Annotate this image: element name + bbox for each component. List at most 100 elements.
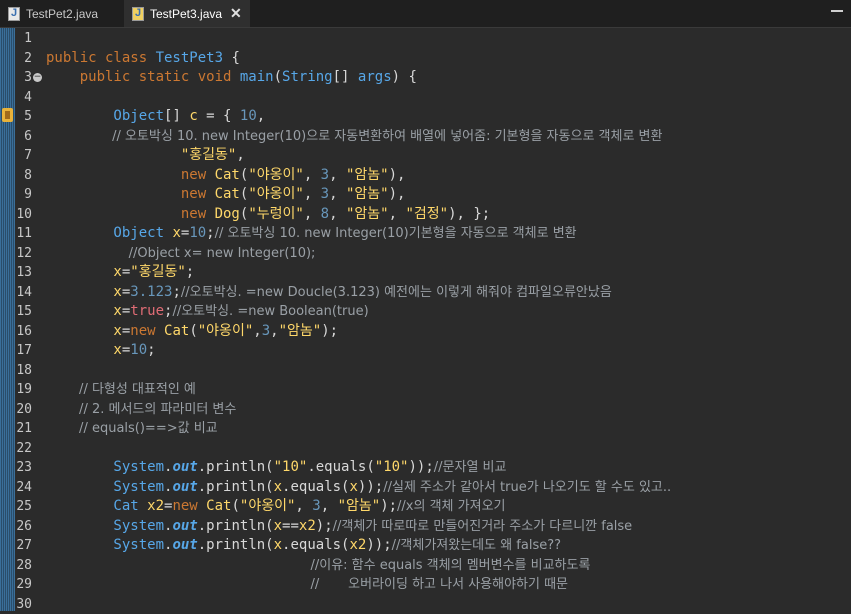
code-line[interactable]: 7 "홍길동", <box>0 146 851 166</box>
tab-testpet2[interactable]: TestPet2.java <box>0 0 124 27</box>
code-line[interactable]: 10 new Dog("누렁이", 8, "암놈", "검정"), }; <box>0 205 851 225</box>
code-token: .equals( <box>307 459 374 475</box>
code-token: "야옹이" <box>248 167 304 183</box>
code-token: , <box>389 206 406 222</box>
code-editor[interactable]: 12public class TestPet3 {3− public stati… <box>0 28 851 611</box>
code-token: ; <box>186 264 194 280</box>
code-line[interactable]: 21 // equals()==>값 비교 <box>0 419 851 439</box>
code-line[interactable]: 2 public class TestPet3 { <box>0 49 851 69</box>
tab-label: TestPet3.java <box>150 7 222 21</box>
code-line[interactable]: 5 Object[] c = { 10, <box>0 107 851 127</box>
code-token: , <box>236 147 244 163</box>
line-number: 17 <box>16 341 32 361</box>
line-number: 27 <box>16 536 32 556</box>
code-token: x <box>46 323 122 339</box>
code-line[interactable]: 1 <box>0 29 851 49</box>
code-token: x2 <box>147 498 164 514</box>
code-token: "10" <box>274 459 308 475</box>
code-token: "누렁이" <box>248 206 304 222</box>
code-line[interactable]: 26 System.out.println(x==x2);//객체가 따로따로 … <box>0 517 851 537</box>
code-token: 10 <box>189 225 206 241</box>
code-line[interactable]: 17 x=10; <box>0 341 851 361</box>
line-number: 29 <box>16 575 32 595</box>
line-number: 20 <box>16 400 32 420</box>
code-token: .equals( <box>282 537 349 553</box>
code-text: x=10; <box>46 341 156 361</box>
code-token: , <box>329 167 346 183</box>
code-token: System <box>46 459 164 475</box>
code-text: public class TestPet3 { <box>46 49 240 69</box>
java-file-icon <box>132 7 144 21</box>
code-token: //객체가져왔는데도 왜 false?? <box>392 538 561 553</box>
line-number: 3 <box>16 68 32 88</box>
code-token: System <box>46 537 164 553</box>
minimize-icon[interactable] <box>831 10 843 12</box>
line-number: 30 <box>16 595 32 614</box>
code-token: ( <box>189 323 197 339</box>
code-text: System.out.println(x.equals(x2));//객체가져왔… <box>46 536 561 556</box>
fold-toggle-icon[interactable]: − <box>33 73 42 82</box>
code-token: x2 <box>349 537 366 553</box>
code-line[interactable]: 18 <box>0 361 851 381</box>
code-text: "홍길동", <box>46 146 245 166</box>
code-token: //실제 주소가 같아서 true가 나오기도 할 수도 있고.. <box>383 480 671 495</box>
line-number: 11 <box>16 224 32 244</box>
code-line[interactable]: 24 System.out.println(x.equals(x));//실제 … <box>0 478 851 498</box>
code-line[interactable]: 27 System.out.println(x.equals(x2));//객체… <box>0 536 851 556</box>
code-token: ), <box>389 186 406 202</box>
code-line[interactable]: 16 x=new Cat("야옹이",3,"암놈"); <box>0 322 851 342</box>
code-token: out <box>172 537 197 553</box>
code-token: , <box>329 186 346 202</box>
line-number: 9 <box>16 185 32 205</box>
tab-label: TestPet2.java <box>26 7 98 21</box>
code-line[interactable]: 30 <box>0 595 851 614</box>
code-token: , <box>321 498 338 514</box>
code-text: public static void main(String[] args) { <box>46 68 417 88</box>
line-number: 2 <box>16 49 32 69</box>
code-token: 3 <box>262 323 270 339</box>
code-line[interactable]: 13 x="홍길동"; <box>0 263 851 283</box>
line-number: 8 <box>16 166 32 186</box>
code-token: , <box>253 323 261 339</box>
code-line[interactable]: 14 x=3.123;//오토박싱. =new Doucle(3.123) 예전… <box>0 283 851 303</box>
code-token: 3 <box>321 167 329 183</box>
line-number: 6 <box>16 127 32 147</box>
code-token: x <box>46 342 122 358</box>
code-line[interactable]: 23 System.out.println("10".equals("10"))… <box>0 458 851 478</box>
code-line[interactable]: 8 new Cat("야옹이", 3, "암놈"), <box>0 166 851 186</box>
code-line[interactable]: 29 // 오버라이딩 하고 나서 사용해야하기 때문 <box>0 575 851 595</box>
code-token: "10" <box>375 459 409 475</box>
code-token: ); <box>321 323 338 339</box>
code-line[interactable]: 15 x=true;//오토박싱. =new Boolean(true) <box>0 302 851 322</box>
code-line[interactable]: 19 // 다형성 대표적인 예 <box>0 380 851 400</box>
code-line[interactable]: 25 Cat x2=new Cat("야옹이", 3, "암놈");//x의 객… <box>0 497 851 517</box>
code-line[interactable]: 11 Object x=10;// 오토박싱 10. new Integer(1… <box>0 224 851 244</box>
code-token: ), <box>389 167 406 183</box>
code-line[interactable]: 20 // 2. 메서드의 파라미터 변수 <box>0 400 851 420</box>
line-number: 16 <box>16 322 32 342</box>
code-token: // 다형성 대표적인 예 <box>46 382 196 397</box>
code-line[interactable]: 4 <box>0 88 851 108</box>
code-token: ( <box>274 69 282 85</box>
code-text: // equals()==>값 비교 <box>46 419 218 439</box>
line-number: 25 <box>16 497 32 517</box>
code-line[interactable]: 9 new Cat("야옹이", 3, "암놈"), <box>0 185 851 205</box>
code-token: .println( <box>198 518 274 534</box>
code-line[interactable]: 28 //이유: 함수 equals 객체의 멤버변수를 비교하도록 <box>0 556 851 576</box>
code-token: System <box>46 479 164 495</box>
code-text: System.out.println(x.equals(x));//실제 주소가… <box>46 478 671 498</box>
code-token: )); <box>366 537 391 553</box>
line-number: 18 <box>16 361 32 381</box>
code-line[interactable]: 22 <box>0 439 851 459</box>
code-text: // 오토박싱 10. new Integer(10)으로 자동변환하여 배열에… <box>46 127 662 147</box>
code-token: x <box>46 284 122 300</box>
line-number: 14 <box>16 283 32 303</box>
code-line[interactable]: 3− public static void main(String[] args… <box>0 68 851 88</box>
code-line[interactable]: 12 //Object x= new Integer(10); <box>0 244 851 264</box>
line-number: 19 <box>16 380 32 400</box>
tab-testpet3[interactable]: TestPet3.java ✕ <box>124 0 250 27</box>
code-line[interactable]: 6 // 오토박싱 10. new Integer(10)으로 자동변환하여 배… <box>0 127 851 147</box>
close-icon[interactable]: ✕ <box>230 5 242 22</box>
code-token: public class <box>46 50 156 66</box>
code-token: 8 <box>321 206 329 222</box>
